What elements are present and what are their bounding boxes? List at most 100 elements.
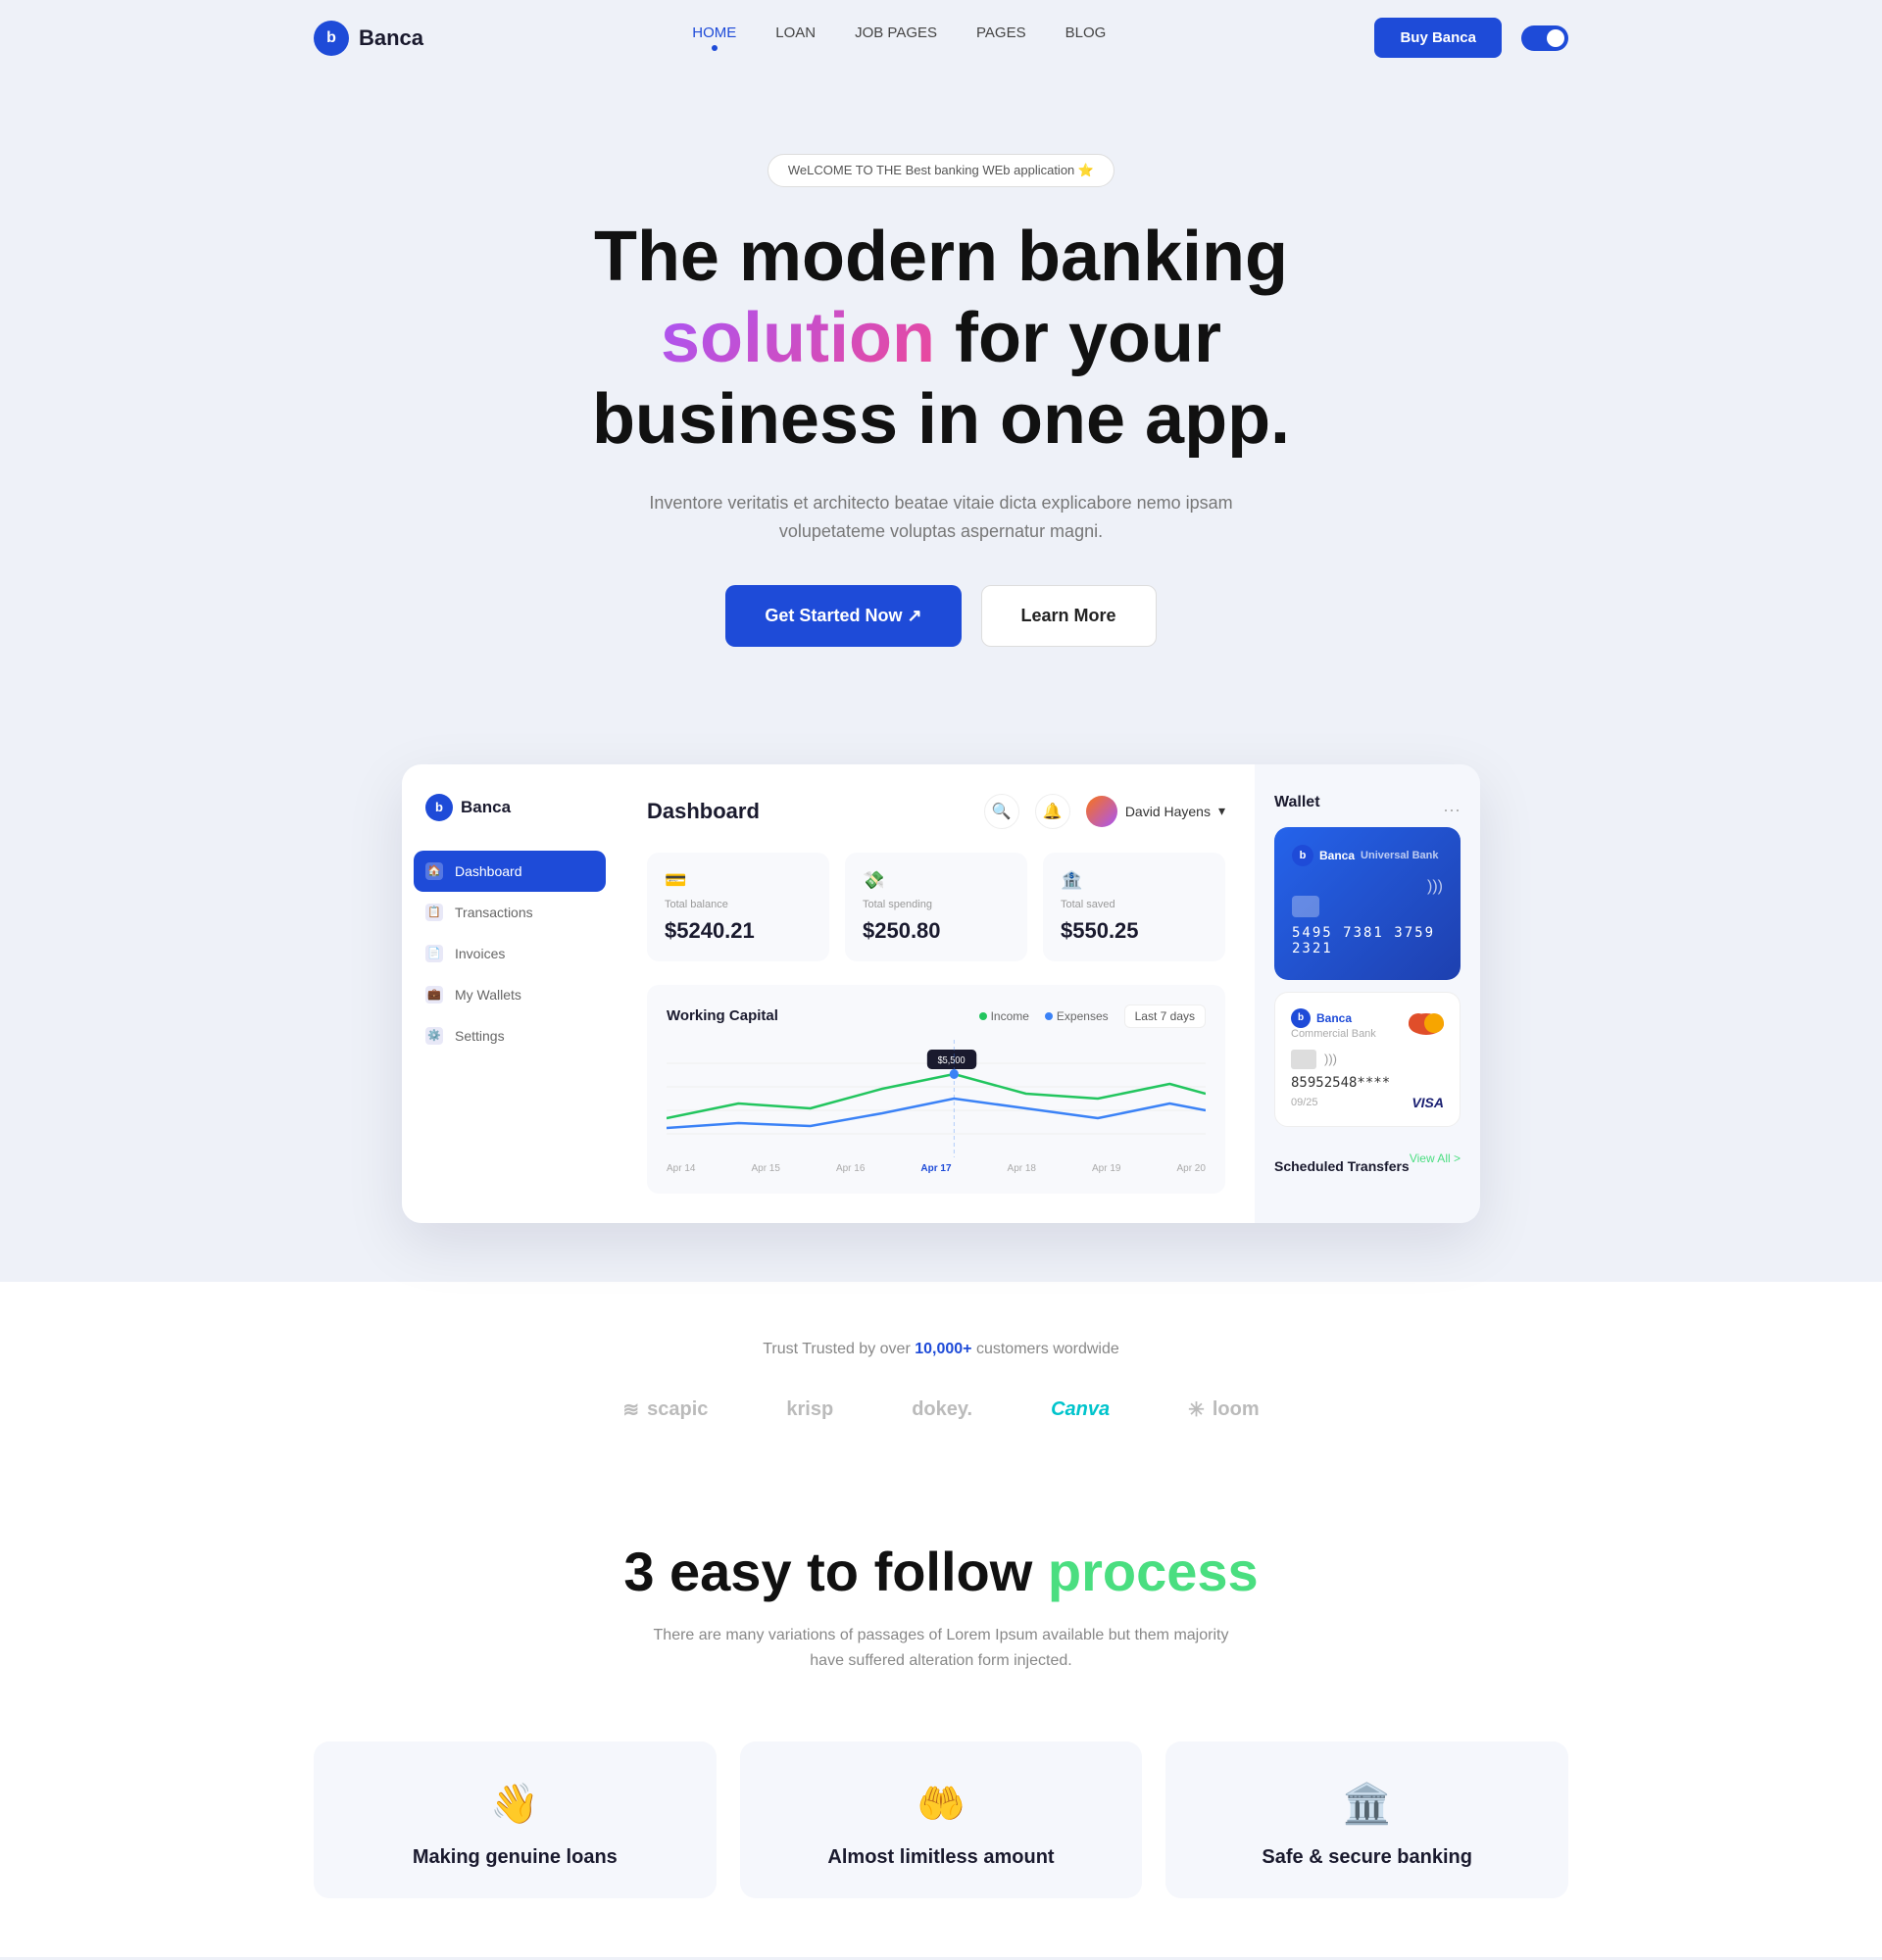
wallet-more-button[interactable]: ··· [1443, 800, 1461, 820]
hero-section: WeLCOME TO THE Best banking WEb applicat… [0, 75, 1882, 764]
wallet-panel: Wallet ··· b Banca Universal Bank ))) 54… [1255, 764, 1480, 1223]
logo-krisp: krisp [786, 1398, 833, 1421]
sidebar-item-transactions[interactable]: 📋 Transactions [402, 892, 618, 933]
user-menu[interactable]: David Hayens ▾ [1086, 796, 1225, 827]
nav-item-pages[interactable]: PAGES [976, 24, 1026, 51]
card-2-brand: b Banca [1291, 1008, 1376, 1028]
get-started-button[interactable]: Get Started Now ↗ [725, 585, 961, 647]
stat-spending: 💸 Total spending $250.80 [845, 853, 1027, 961]
amount-icon: 🤲 [769, 1781, 1114, 1827]
logo[interactable]: b Banca [314, 21, 423, 56]
saved-icon: 🏦 [1061, 870, 1208, 891]
spending-icon: 💸 [863, 870, 1010, 891]
dashboard-container: b Banca 🏠 Dashboard 📋 Transactions 📄 Inv… [402, 764, 1480, 1223]
card-title-banking: Safe & secure banking [1195, 1846, 1539, 1869]
sidebar-item-settings[interactable]: ⚙️ Settings [402, 1015, 618, 1056]
card-2-logo: b [1291, 1008, 1311, 1028]
chart-area: $5,500 [667, 1040, 1206, 1157]
navbar-right: Buy Banca [1374, 18, 1568, 58]
expenses-legend: Expenses [1045, 1009, 1109, 1023]
chevron-down-icon: ▾ [1218, 803, 1225, 819]
sidebar-brand: b Banca [402, 794, 618, 851]
wallet-title: Wallet [1274, 794, 1320, 811]
hero-badge: WeLCOME TO THE Best banking WEb applicat… [768, 154, 1114, 187]
wallet-card-1: b Banca Universal Bank ))) 5495 7381 375… [1274, 827, 1461, 980]
mastercard-logo [1409, 1013, 1444, 1035]
chart-filter[interactable]: Last 7 days [1124, 1004, 1206, 1028]
nav-item-jobpages[interactable]: JOB PAGES [855, 24, 937, 51]
visa-logo: VISA [1412, 1095, 1444, 1110]
stats-row: 💳 Total balance $5240.21 💸 Total spendin… [647, 853, 1225, 961]
view-all-button[interactable]: View All > [1410, 1152, 1461, 1165]
trusted-logos: ≋ scapic krisp dokey. Canva ✳ loom [314, 1397, 1568, 1422]
process-title: 3 easy to follow process [314, 1540, 1568, 1603]
card-number-1: 5495 7381 3759 2321 [1292, 925, 1443, 956]
hero-buttons: Get Started Now ↗ Learn More [314, 585, 1568, 647]
card-title-amount: Almost limitless amount [769, 1846, 1114, 1869]
balance-icon: 💳 [665, 870, 812, 891]
process-subtitle: There are many variations of passages of… [647, 1623, 1235, 1673]
wallet-card-2: b Banca Commercial Bank ))) 85952548**** [1274, 992, 1461, 1127]
process-cards: 👋 Making genuine loans 🤲 Almost limitles… [0, 1741, 1882, 1957]
logo-icon: b [314, 21, 349, 56]
trusted-section: Trust Trusted by over 10,000+ customers … [0, 1282, 1882, 1481]
trusted-text: Trust Trusted by over 10,000+ customers … [314, 1341, 1568, 1358]
dashboard-header: Dashboard 🔍 🔔 David Hayens ▾ [647, 794, 1225, 829]
wifi-icon-1: ))) [1292, 878, 1443, 896]
logo-text: Banca [359, 25, 423, 51]
chart-title: Working Capital [667, 1007, 778, 1024]
chart-legend: Income Expenses Last 7 days [979, 1004, 1206, 1028]
loom-icon: ✳ [1188, 1397, 1205, 1422]
search-button[interactable]: 🔍 [984, 794, 1019, 829]
sidebar-logo-icon: b [425, 794, 453, 821]
sidebar: b Banca 🏠 Dashboard 📋 Transactions 📄 Inv… [402, 764, 618, 1223]
logo-loom: ✳ loom [1188, 1397, 1260, 1422]
card-chip-2 [1291, 1050, 1316, 1069]
learn-more-button[interactable]: Learn More [981, 585, 1157, 647]
buy-button[interactable]: Buy Banca [1374, 18, 1502, 58]
sidebar-brand-text: Banca [461, 798, 511, 817]
sidebar-item-wallets[interactable]: 💼 My Wallets [402, 974, 618, 1015]
nav-item-blog[interactable]: BLOG [1065, 24, 1107, 51]
line-chart-svg: $5,500 [667, 1040, 1206, 1157]
process-section: 3 easy to follow process There are many … [0, 1481, 1882, 1741]
card-2-expiry: 09/25 [1291, 1097, 1318, 1108]
stat-balance: 💳 Total balance $5240.21 [647, 853, 829, 961]
chart-x-axis: Apr 14 Apr 15 Apr 16 Apr 17 Apr 18 Apr 1… [667, 1163, 1206, 1174]
hero-title: The modern banking solution for your bus… [500, 217, 1382, 460]
nav-item-home[interactable]: HOME [692, 24, 736, 51]
wallets-icon: 💼 [425, 986, 443, 1004]
dashboard-icon: 🏠 [425, 862, 443, 880]
user-name: David Hayens [1125, 804, 1211, 819]
wallet-card-1-brand: b Banca Universal Bank [1292, 845, 1443, 866]
main-nav: HOME LOAN JOB PAGES PAGES BLOG [692, 24, 1106, 51]
card-2-number: 85952548**** [1291, 1075, 1444, 1091]
dashboard-main: Dashboard 🔍 🔔 David Hayens ▾ 💳 Total bal… [618, 764, 1255, 1223]
process-card-banking: 🏛️ Safe & secure banking [1165, 1741, 1568, 1898]
sidebar-item-invoices[interactable]: 📄 Invoices [402, 933, 618, 974]
settings-icon: ⚙️ [425, 1027, 443, 1045]
scapic-icon: ≋ [622, 1397, 639, 1422]
wallet-card-1-logo: b [1292, 845, 1313, 866]
logo-canva: Canva [1051, 1398, 1110, 1421]
navbar: b Banca HOME LOAN JOB PAGES PAGES BLOG B… [0, 0, 1882, 75]
theme-toggle[interactable] [1521, 25, 1568, 51]
hero-subtitle: Inventore veritatis et architecto beatae… [647, 489, 1235, 546]
dashboard-title: Dashboard [647, 799, 760, 824]
notification-button[interactable]: 🔔 [1035, 794, 1070, 829]
logo-dokey: dokey. [912, 1398, 972, 1421]
income-legend: Income [979, 1009, 1029, 1023]
banking-icon: 🏛️ [1195, 1781, 1539, 1827]
invoices-icon: 📄 [425, 945, 443, 962]
sidebar-item-dashboard[interactable]: 🏠 Dashboard [414, 851, 606, 892]
loans-icon: 👋 [343, 1781, 687, 1827]
card-2-brand-area: b Banca Commercial Bank [1291, 1008, 1376, 1040]
process-card-loans: 👋 Making genuine loans [314, 1741, 717, 1898]
wifi-icon-2: ))) [1324, 1052, 1337, 1066]
card-chip-1 [1292, 896, 1319, 917]
dashboard-preview: b Banca 🏠 Dashboard 📋 Transactions 📄 Inv… [0, 764, 1882, 1282]
nav-item-loan[interactable]: LOAN [775, 24, 816, 51]
stat-saved: 🏦 Total saved $550.25 [1043, 853, 1225, 961]
svg-text:$5,500: $5,500 [938, 1055, 966, 1066]
card-2-header: b Banca Commercial Bank [1291, 1008, 1444, 1040]
